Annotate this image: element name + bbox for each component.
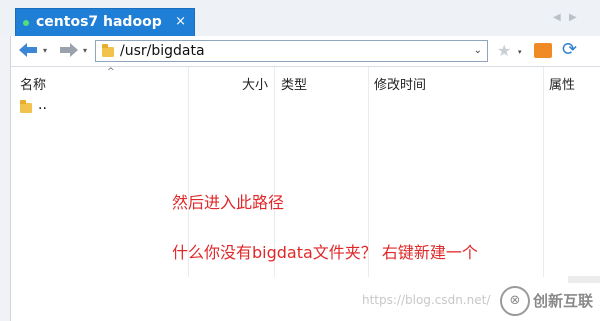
column-divider	[543, 67, 544, 277]
column-type-header[interactable]: 类型	[281, 74, 307, 93]
folder-icon	[20, 100, 32, 113]
current-path: /usr/bigdata	[120, 43, 205, 59]
path-address-bar[interactable]: /usr/bigdata ⌄	[95, 40, 488, 62]
brand-logo-icon: ⊗	[500, 286, 530, 316]
left-panel-edge	[0, 36, 11, 321]
tab-title: centos7 hadoop	[36, 14, 162, 30]
back-history-dropdown-icon[interactable]: ▾	[43, 46, 47, 55]
tab-scroll-right-icon[interactable]: ▶	[569, 12, 577, 23]
connection-status-icon	[23, 20, 29, 26]
folder-icon	[102, 44, 114, 57]
tab-close-icon[interactable]: ×	[175, 14, 186, 30]
bookmark-star-icon[interactable]: ★	[497, 41, 511, 60]
annotation-create-folder: 什么你没有bigdata文件夹？ 右键新建一个	[172, 243, 478, 262]
navigation-toolbar: ▾ ▾ /usr/bigdata ⌄ ★ ▾ ⟳	[0, 36, 600, 67]
chevron-down-icon[interactable]: ⌄	[474, 45, 482, 56]
column-name-header[interactable]: 名称	[20, 74, 46, 93]
annotation-enter-path: 然后进入此路径	[172, 193, 285, 212]
home-folder-icon[interactable]	[534, 43, 552, 58]
refresh-icon[interactable]: ⟳	[562, 39, 577, 60]
horizontal-scrollbar[interactable]	[568, 276, 600, 283]
file-name: ..	[38, 97, 47, 113]
column-attributes-header[interactable]: 属性	[549, 74, 575, 93]
tab-bar: centos7 hadoop × ◀ ▶	[0, 0, 600, 37]
back-arrow-icon[interactable]	[17, 41, 39, 59]
column-size-header[interactable]: 大小	[242, 74, 268, 93]
forward-history-dropdown-icon[interactable]: ▾	[83, 46, 87, 55]
tab-centos7-hadoop[interactable]: centos7 hadoop ×	[15, 8, 195, 36]
sort-ascending-icon: ^	[107, 67, 115, 77]
tab-scroll-left-icon[interactable]: ◀	[553, 12, 561, 23]
watermark-url: https://blog.csdn.net/	[362, 293, 491, 307]
brand-name: 创新互联	[533, 292, 594, 310]
forward-arrow-icon[interactable]	[58, 41, 80, 59]
bookmark-dropdown-icon[interactable]: ▾	[518, 48, 522, 56]
file-list-header: 名称 ^ 大小 类型 修改时间 属性	[11, 67, 600, 95]
column-modified-header[interactable]: 修改时间	[374, 74, 426, 93]
